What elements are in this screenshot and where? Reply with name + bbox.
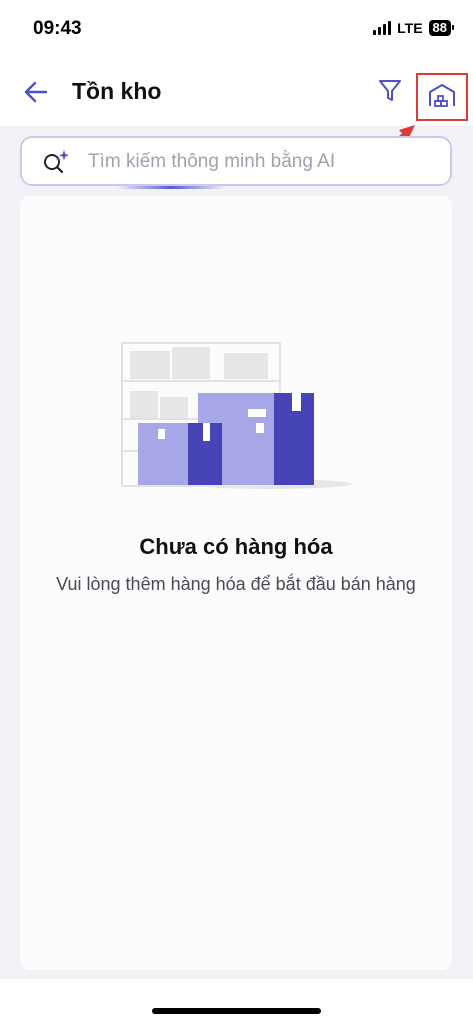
arrow-left-icon: [24, 81, 48, 103]
bottom-safe-area: [0, 979, 473, 1024]
empty-inventory-illustration: [121, 342, 352, 489]
status-time: 09:43: [33, 18, 82, 39]
ai-search-icon: [44, 150, 69, 174]
empty-state-subtitle: Vui lòng thêm hàng hóa để bắt đầu bán hà…: [56, 574, 416, 594]
funnel-icon: [379, 80, 401, 101]
status-indicators: LTE 88: [373, 20, 455, 36]
annotation-highlight-box: [416, 73, 468, 121]
back-button[interactable]: [22, 78, 50, 106]
search-input[interactable]: Tìm kiếm thông minh bằng AI: [20, 136, 452, 186]
app-header: Tồn kho: [0, 58, 473, 126]
search-placeholder: Tìm kiếm thông minh bằng AI: [88, 151, 336, 172]
signal-icon: [373, 21, 392, 35]
filter-button[interactable]: [377, 78, 403, 104]
search-loading-indicator: [117, 186, 225, 189]
empty-state-title: Chưa có hàng hóa: [139, 534, 333, 559]
home-indicator[interactable]: [152, 1008, 321, 1014]
status-bar: 09:43 LTE 88: [0, 0, 473, 58]
battery-icon: 88: [428, 20, 455, 36]
network-type: LTE: [397, 20, 423, 36]
page-title: Tồn kho: [72, 78, 162, 104]
inventory-content-card: Chưa có hàng hóa Vui lòng thêm hàng hóa …: [20, 196, 452, 970]
